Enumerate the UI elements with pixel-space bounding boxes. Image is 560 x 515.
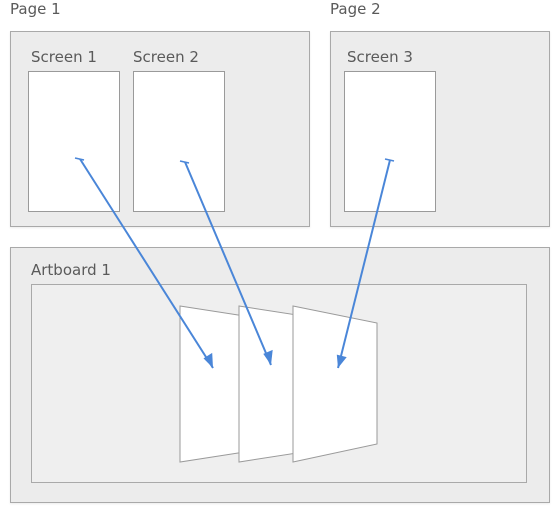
artboard-screen-cards — [179, 305, 378, 463]
artboard-card-3[interactable] — [292, 305, 378, 463]
